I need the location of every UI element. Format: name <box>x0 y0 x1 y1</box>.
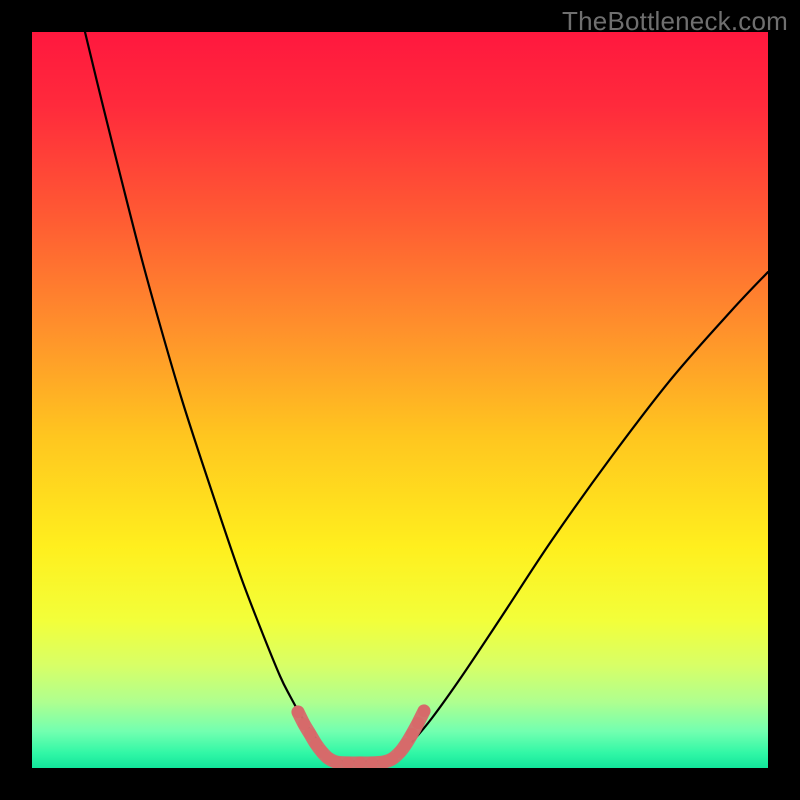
valley-marker-dot <box>406 728 418 740</box>
valley-marker-dot <box>412 717 424 729</box>
valley-marker-dot <box>400 738 412 750</box>
watermark-text: TheBottleneck.com <box>562 6 788 37</box>
valley-marker-dot <box>298 718 310 730</box>
plot-area <box>32 32 768 768</box>
valley-marker-dot <box>292 706 304 718</box>
valley-marker-dot <box>304 728 316 740</box>
gradient-background <box>32 32 768 768</box>
valley-marker-dot <box>418 705 430 717</box>
chart-svg <box>32 32 768 768</box>
chart-frame: TheBottleneck.com <box>0 0 800 800</box>
valley-marker-dot <box>330 756 342 768</box>
